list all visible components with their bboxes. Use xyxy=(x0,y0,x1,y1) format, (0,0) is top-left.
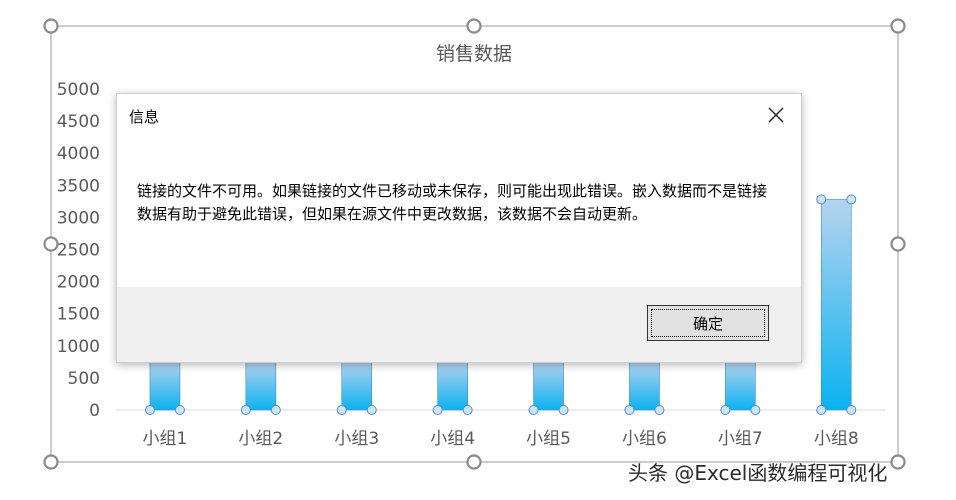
bar-point-handle[interactable] xyxy=(624,405,635,415)
x-tick-label: 小组8 xyxy=(814,429,859,449)
y-tick-label: 1500 xyxy=(57,305,100,325)
bar-point-handle[interactable] xyxy=(654,405,665,415)
bar-point-handle[interactable] xyxy=(240,405,251,415)
y-tick-label: 3500 xyxy=(57,176,100,196)
bar[interactable] xyxy=(725,361,756,411)
bar[interactable] xyxy=(149,361,181,411)
bar[interactable] xyxy=(437,361,468,411)
x-tick-label: 小组5 xyxy=(526,429,571,449)
bar-point-handle[interactable] xyxy=(462,405,473,415)
y-tick-label: 500 xyxy=(68,369,100,389)
bar-point-handle[interactable] xyxy=(366,405,377,415)
y-tick-label: 2000 xyxy=(57,273,100,293)
bar[interactable] xyxy=(245,361,277,411)
bar-point-handle[interactable] xyxy=(558,405,569,415)
bar[interactable] xyxy=(533,361,564,411)
dialog-footer: 确定 xyxy=(117,287,801,362)
y-tick-label: 2500 xyxy=(57,241,100,261)
resize-handle[interactable] xyxy=(890,18,906,34)
y-tick-label: 1000 xyxy=(57,337,100,357)
y-tick-label: 4500 xyxy=(57,112,100,132)
info-dialog[interactable]: 信息 链接的文件不可用。如果链接的文件已移动或未保存，则可能出现此错误。嵌入数据… xyxy=(116,93,802,363)
y-tick-label: 4000 xyxy=(57,144,100,164)
dialog-title: 信息 xyxy=(129,108,160,126)
bar[interactable] xyxy=(820,199,852,411)
resize-handle[interactable] xyxy=(890,236,906,252)
bar-point-handle[interactable] xyxy=(816,405,827,415)
x-tick-label: 小组2 xyxy=(238,429,283,449)
bar-point-handle[interactable] xyxy=(432,405,443,415)
bar-point-handle[interactable] xyxy=(846,194,857,205)
bar-point-handle[interactable] xyxy=(336,405,347,415)
x-tick-label: 小组6 xyxy=(622,429,667,449)
y-tick-label: 5000 xyxy=(57,80,100,100)
y-tick-label: 3000 xyxy=(57,208,100,228)
bar-point-handle[interactable] xyxy=(528,405,539,415)
bar[interactable] xyxy=(341,361,373,411)
chart-title: 销售数据 xyxy=(436,43,512,65)
resize-handle[interactable] xyxy=(43,236,59,252)
resize-handle[interactable] xyxy=(466,454,482,470)
bar[interactable] xyxy=(629,361,660,411)
ok-button[interactable]: 确定 xyxy=(647,305,769,341)
close-icon[interactable] xyxy=(765,104,787,126)
x-tick-label: 小组7 xyxy=(718,429,763,449)
bar-point-handle[interactable] xyxy=(816,194,827,205)
x-tick-label: 小组1 xyxy=(143,429,188,449)
y-tick-label: 0 xyxy=(89,401,100,421)
dialog-message: 链接的文件不可用。如果链接的文件已移动或未保存，则可能出现此错误。嵌入数据而不是… xyxy=(137,182,768,223)
bar-point-handle[interactable] xyxy=(174,405,185,415)
resize-handle[interactable] xyxy=(43,18,59,34)
bar-point-handle[interactable] xyxy=(144,405,155,415)
watermark-text: 头条 @Excel函数编程可视化 xyxy=(628,461,888,485)
resize-handle[interactable] xyxy=(890,454,906,470)
bar-point-handle[interactable] xyxy=(846,405,857,415)
x-tick-label: 小组3 xyxy=(334,429,379,449)
resize-handle[interactable] xyxy=(43,454,59,470)
x-tick-label: 小组4 xyxy=(430,429,475,449)
bar-point-handle[interactable] xyxy=(720,405,731,415)
bar-point-handle[interactable] xyxy=(750,405,761,415)
resize-handle[interactable] xyxy=(466,18,482,34)
bar-point-handle[interactable] xyxy=(270,405,281,415)
